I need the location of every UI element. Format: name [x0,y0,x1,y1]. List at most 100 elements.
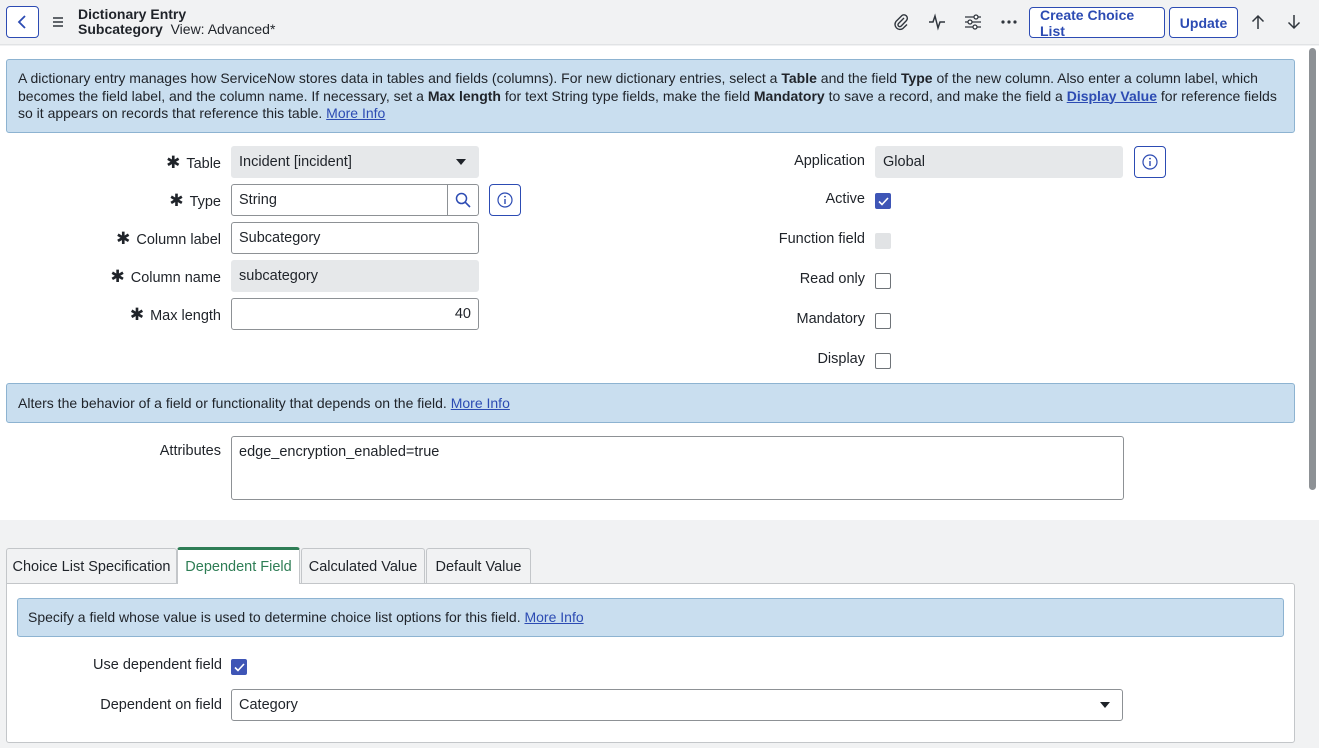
menu-icon[interactable] [50,14,66,30]
mandatory-label: Mandatory [796,311,865,327]
intro-bold-mandatory: Mandatory [753,87,825,104]
max-length-label-text: Max length [150,308,221,324]
read-only-checkbox[interactable] [875,273,891,289]
dependent-on-field-value: Category [239,697,298,713]
attributes-info-text: Alters the behavior of a field or functi… [18,395,451,411]
checkmark-icon [877,196,889,206]
mandatory-checkbox[interactable] [875,313,891,329]
more-icon [1001,20,1017,24]
attachment-button[interactable] [890,11,912,33]
page-title: Dictionary Entry [78,6,187,22]
display-label: Display [817,351,865,367]
use-dependent-field-label: Use dependent field [93,657,222,673]
form-header: Dictionary Entry Subcategory View: Advan… [0,0,1319,45]
required-marker: ✱ [169,191,184,210]
required-marker: ✱ [129,305,145,324]
dependent-info-box: Specify a field whose value is used to d… [17,598,1284,637]
chevron-down-icon [1100,702,1110,708]
tab-default-value[interactable]: Default Value [426,548,531,584]
intro-text-2: and the field [816,70,901,86]
record-name: Subcategory [78,21,163,37]
previous-record-button[interactable] [1247,11,1269,33]
more-options-button[interactable] [998,11,1020,33]
info-icon [1142,154,1158,170]
intro-bold-type: Type [900,70,933,86]
intro-info-box: A dictionary entry manages how ServiceNo… [6,59,1295,133]
activity-icon [929,13,945,31]
tab-choice-list-specification[interactable]: Choice List Specification [6,548,177,584]
activity-button[interactable] [926,11,948,33]
active-checkbox[interactable] [875,193,891,209]
settings-sliders-icon [965,14,981,30]
table-label-text: Table [186,156,221,172]
table-label: ✱ Table [166,153,221,173]
read-only-label: Read only [799,271,865,287]
column-name-input: subcategory [231,260,479,292]
table-value: Incident [incident] [239,154,352,170]
application-input: Global [875,146,1123,178]
column-label-label-text: Column label [136,232,221,248]
attributes-label: Attributes [159,443,221,459]
application-label: Application [794,153,865,169]
max-length-input[interactable]: 40 [231,298,479,330]
update-button[interactable]: Update [1169,7,1238,38]
type-value: String [239,192,277,208]
intro-bold-table: Table [781,70,817,86]
record-subtitle: Subcategory View: Advanced* [78,22,275,37]
dependent-on-field-select[interactable]: Category [231,689,1123,721]
column-name-label-text: Column name [130,270,221,286]
required-marker: ✱ [116,229,131,248]
required-marker: ✱ [166,153,181,172]
checkmark-icon [233,662,245,672]
back-icon [17,15,26,29]
personalize-form-button[interactable] [962,11,984,33]
column-name-value: subcategory [239,268,318,284]
tab-calculated-value[interactable]: Calculated Value [301,548,425,584]
search-icon [455,192,471,208]
attributes-textarea[interactable]: edge_encryption_enabled=true [231,436,1124,500]
attributes-info-box: Alters the behavior of a field or functi… [6,383,1295,423]
intro-text-5: to save a record, and make the field a [824,87,1067,104]
table-select[interactable]: Incident [incident] [231,146,479,178]
intro-text-1: A dictionary entry manages how ServiceNo… [18,70,782,86]
tab-dependent-field[interactable]: Dependent Field [177,547,300,584]
create-choice-list-button[interactable]: Create Choice List [1029,7,1165,39]
intro-bold-max-length: Max length [427,87,501,104]
dependent-on-field-label: Dependent on field [100,697,222,713]
arrow-down-icon [1287,15,1301,30]
column-name-label: ✱ Column name [110,267,221,287]
attributes-value: edge_encryption_enabled=true [239,444,440,460]
application-value: Global [883,154,925,170]
next-record-button[interactable] [1283,11,1305,33]
type-label-text: Type [189,194,221,210]
type-info-button[interactable] [489,184,521,216]
max-length-value: 40 [454,306,471,322]
type-lookup-button[interactable] [447,184,479,216]
dependent-info-text: Specify a field whose value is used to d… [28,609,525,625]
paperclip-icon [894,14,909,31]
column-label-value: Subcategory [239,230,321,246]
intro-more-info-link[interactable]: More Info [326,105,385,121]
scrollbar-thumb[interactable] [1309,48,1316,490]
application-info-button[interactable] [1134,146,1166,178]
column-label-input[interactable]: Subcategory [231,222,479,254]
back-button[interactable] [6,6,39,38]
chevron-down-icon [456,159,466,165]
type-input[interactable]: String [231,184,449,216]
active-label: Active [825,191,866,207]
type-label: ✱ Type [169,191,221,211]
function-field-label: Function field [778,231,865,247]
column-label-label: ✱ Column label [116,229,221,249]
arrow-up-icon [1251,14,1265,29]
attributes-more-info-link[interactable]: More Info [451,395,510,411]
view-label: View: Advanced* [170,21,276,37]
max-length-label: ✱ Max length [130,305,221,325]
required-marker: ✱ [110,267,125,286]
use-dependent-field-checkbox[interactable] [231,659,247,675]
display-value-link[interactable]: Display Value [1067,88,1157,104]
display-checkbox[interactable] [875,353,891,369]
dependent-more-info-link[interactable]: More Info [524,609,583,625]
intro-text-4: for text String type fields, make the fi… [500,87,754,104]
info-icon [497,192,513,208]
function-field-checkbox [875,233,891,249]
